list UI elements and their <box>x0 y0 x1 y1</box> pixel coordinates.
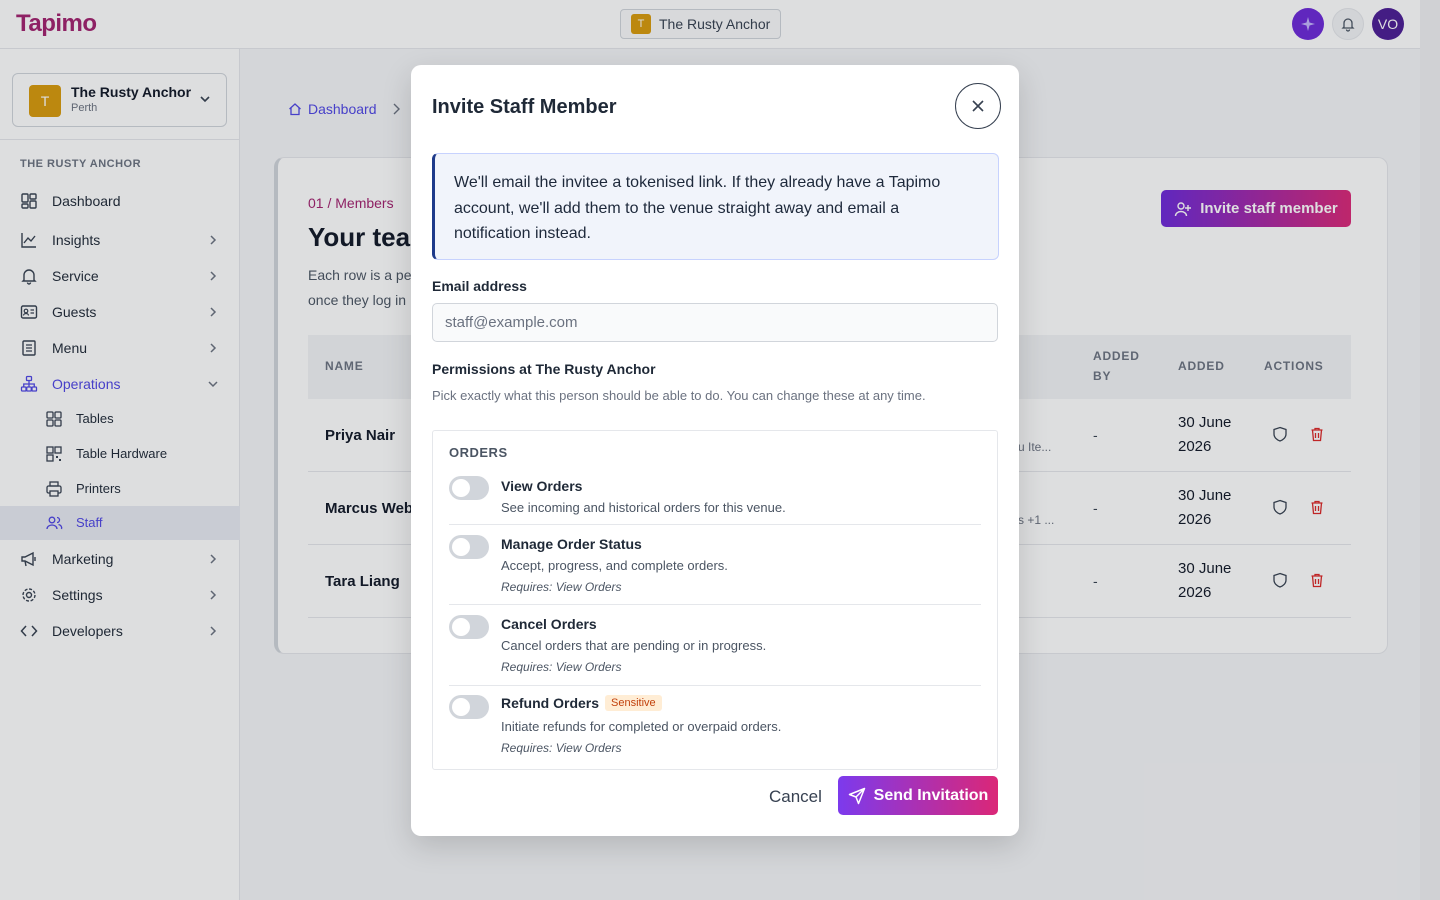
permission-name-text: View Orders <box>501 478 583 494</box>
send-icon <box>848 787 865 804</box>
refund-orders-toggle[interactable] <box>449 695 489 719</box>
permission-view-orders: View Orders See incoming and historical … <box>449 474 981 525</box>
permission-desc: Initiate refunds for completed or overpa… <box>501 719 782 734</box>
email-label: Email address <box>432 278 527 294</box>
permission-requirement: Requires: View Orders <box>501 741 622 755</box>
permission-group-title: ORDERS <box>449 445 508 460</box>
send-invitation-label: Send Invitation <box>873 786 989 804</box>
cancel-orders-toggle[interactable] <box>449 615 489 639</box>
permission-name-text: Manage Order Status <box>501 536 642 552</box>
manage-order-status-toggle[interactable] <box>449 535 489 559</box>
permission-desc: See incoming and historical orders for t… <box>501 500 786 515</box>
close-icon <box>972 100 984 112</box>
permission-name-text: Refund Orders <box>501 695 600 711</box>
permission-refund-orders: Refund Orders Sensitive Initiate refunds… <box>449 693 981 763</box>
modal-title: Invite Staff Member <box>432 96 617 118</box>
close-button[interactable] <box>955 83 1001 129</box>
view-orders-toggle[interactable] <box>449 476 489 500</box>
permissions-label: Permissions at The Rusty Anchor <box>432 361 656 377</box>
permissions-hint: Pick exactly what this person should be … <box>432 388 926 403</box>
permission-requirement: Requires: View Orders <box>501 580 622 594</box>
invite-staff-modal: Invite Staff Member We'll email the invi… <box>411 65 1019 836</box>
permissions-box: ORDERS View Orders See incoming and hist… <box>432 430 998 770</box>
permission-manage-order-status: Manage Order Status Accept, progress, an… <box>449 531 981 605</box>
permission-name-text: Cancel Orders <box>501 616 597 632</box>
permission-requirement: Requires: View Orders <box>501 660 622 674</box>
permission-name: View Orders <box>501 478 582 494</box>
permission-name: Cancel Orders <box>501 616 597 632</box>
info-callout: We'll email the invitee a tokenised link… <box>432 153 999 260</box>
send-invitation-button[interactable]: Send Invitation <box>838 776 998 815</box>
permission-name: Refund Orders Sensitive <box>501 695 662 711</box>
email-field[interactable] <box>432 303 998 342</box>
permission-cancel-orders: Cancel Orders Cancel orders that are pen… <box>449 611 981 686</box>
cancel-button[interactable]: Cancel <box>769 787 822 807</box>
sensitive-badge: Sensitive <box>605 695 662 711</box>
permission-desc: Cancel orders that are pending or in pro… <box>501 638 767 653</box>
permission-name: Manage Order Status <box>501 536 642 552</box>
permission-desc: Accept, progress, and complete orders. <box>501 558 728 573</box>
